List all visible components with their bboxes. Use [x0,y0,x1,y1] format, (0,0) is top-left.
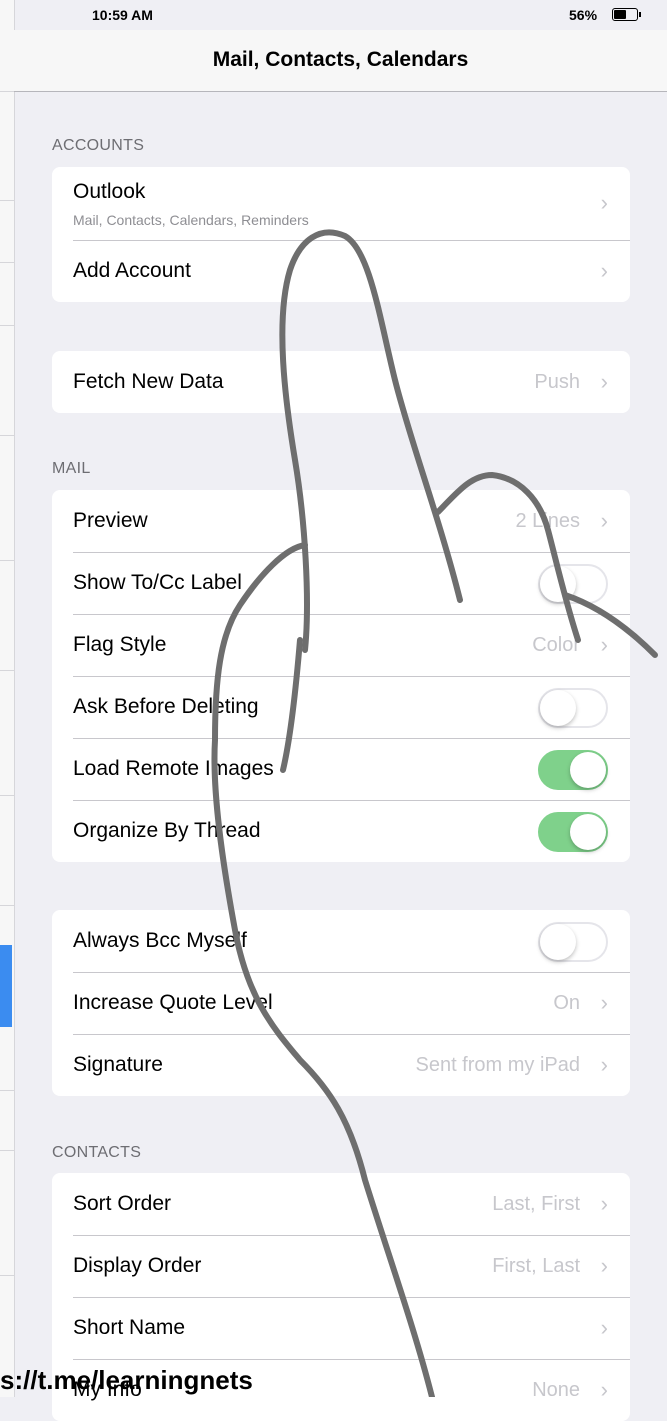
chevron-right-icon: › [600,508,608,533]
section-header-contacts: CONTACTS [52,1144,142,1161]
organize-by-thread-row: Organize By Thread [52,800,630,862]
row-value: Sent from my iPad [415,1054,580,1076]
divider [0,91,14,92]
row-value: On [553,992,580,1014]
divider [0,325,14,326]
watermark-text: s://t.me/learningnets [0,1365,253,1395]
divider [0,435,14,436]
master-pane-edge [0,0,15,1397]
section-header-mail: MAIL [52,460,91,477]
row-label: Display Order [73,1254,202,1277]
status-time: 10:59 AM [92,7,153,23]
row-label: Show To/Cc Label [73,571,242,594]
row-value: First, Last [492,1255,580,1277]
row-value: Push [534,371,580,393]
row-label: Increase Quote Level [73,991,273,1014]
chevron-right-icon: › [600,1315,608,1340]
chevron-right-icon: › [600,1253,608,1278]
chevron-right-icon: › [600,1052,608,1077]
row-label: Sort Order [73,1192,172,1215]
organize-by-thread-toggle[interactable] [538,812,608,852]
ask-before-deleting-row: Ask Before Deleting [52,676,630,738]
row-value: Color [532,634,580,656]
short-name-row[interactable]: Short Name › [52,1297,630,1359]
row-label: Add Account [73,259,191,282]
chevron-right-icon: › [600,1377,608,1402]
row-value: None [532,1379,580,1401]
chevron-right-icon: › [600,190,608,215]
account-outlook-row[interactable]: Outlook Mail, Contacts, Calendars, Remin… [52,167,630,240]
row-label: Outlook [73,180,146,203]
preview-row[interactable]: Preview 2 Lines › [52,490,630,552]
always-bcc-myself-toggle[interactable] [538,922,608,962]
divider [0,795,14,796]
battery-icon [612,8,641,21]
row-label: Short Name [73,1316,186,1339]
flag-style-row[interactable]: Flag Style Color › [52,614,630,676]
display-order-row[interactable]: Display Order First, Last › [52,1235,630,1297]
row-label: Signature [73,1053,163,1076]
row-subtitle: Mail, Contacts, Calendars, Reminders [73,212,309,228]
show-to-cc-label-toggle[interactable] [538,564,608,604]
increase-quote-level-row[interactable]: Increase Quote Level On › [52,972,630,1034]
divider [0,560,14,561]
chevron-right-icon: › [600,632,608,657]
chevron-right-icon: › [600,369,608,394]
row-label: Load Remote Images [73,757,274,780]
divider [0,670,14,671]
divider [0,1090,14,1091]
add-account-row[interactable]: Add Account › [52,240,630,302]
compose-group: Always Bcc Myself Increase Quote Level O… [52,910,630,1096]
navigation-bar: Mail, Contacts, Calendars [14,30,667,92]
row-label: Organize By Thread [73,819,261,842]
divider [0,1275,14,1276]
chevron-right-icon: › [600,1191,608,1216]
mail-group: Preview 2 Lines › Show To/Cc Label Flag … [52,490,630,862]
divider [0,262,14,263]
accounts-group: Outlook Mail, Contacts, Calendars, Remin… [52,167,630,302]
show-to-cc-label-row: Show To/Cc Label [52,552,630,614]
signature-row[interactable]: Signature Sent from my iPad › [52,1034,630,1096]
chevron-right-icon: › [600,258,608,283]
sort-order-row[interactable]: Sort Order Last, First › [52,1173,630,1235]
load-remote-images-row: Load Remote Images [52,738,630,800]
row-value: 2 Lines [515,510,581,532]
ask-before-deleting-toggle[interactable] [538,688,608,728]
always-bcc-myself-row: Always Bcc Myself [52,910,630,972]
divider [0,905,14,906]
chevron-right-icon: › [600,990,608,1015]
fetch-new-data-row[interactable]: Fetch New Data Push › [52,351,630,413]
row-label: Always Bcc Myself [73,929,247,952]
divider [0,1150,14,1151]
row-label: Fetch New Data [73,370,224,393]
page-title: Mail, Contacts, Calendars [212,48,469,71]
selected-sidebar-item[interactable] [0,945,12,1027]
battery-percent: 56% [569,7,598,23]
row-value: Last, First [492,1193,580,1215]
load-remote-images-toggle[interactable] [538,750,608,790]
section-header-accounts: ACCOUNTS [52,137,145,154]
row-label: Preview [73,509,148,532]
row-label: Ask Before Deleting [73,695,259,718]
fetch-group: Fetch New Data Push › [52,351,630,413]
divider [0,200,14,201]
status-bar: 10:59 AM 56% [14,0,667,30]
row-label: Flag Style [73,633,167,656]
